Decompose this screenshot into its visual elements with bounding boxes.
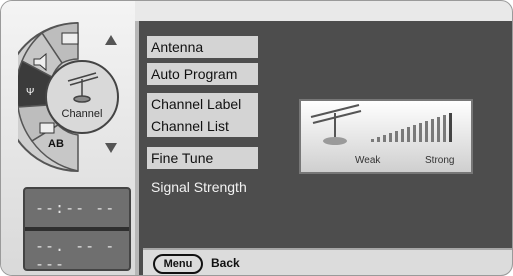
signal-bar: [407, 127, 410, 142]
menu-item-auto-program[interactable]: Auto Program: [147, 63, 258, 85]
signal-weak-label: Weak: [355, 155, 381, 166]
signal-bar: [389, 133, 392, 142]
signal-bar: [419, 123, 422, 142]
dial-center-label: Channel: [62, 108, 103, 120]
tv-menu-frame: Channel Ψ AB --:-- -- --. -- ---- Antenn…: [0, 0, 513, 276]
signal-strength-panel: Weak Strong: [299, 99, 473, 174]
left-nav-panel: Channel Ψ AB --:-- -- --. -- ----: [1, 1, 135, 275]
antenna-icon[interactable]: Ψ: [26, 87, 34, 98]
signal-bar: [377, 137, 380, 142]
menu-item-fine-tune[interactable]: Fine Tune: [147, 147, 258, 169]
signal-bar: [431, 119, 434, 142]
menu-item-channel-list[interactable]: Channel List: [147, 115, 258, 137]
menu-item-antenna[interactable]: Antenna: [147, 36, 258, 58]
main-screen: Antenna Auto Program Channel Label Chann…: [135, 21, 512, 275]
signal-bar: [413, 125, 416, 142]
picture-icon[interactable]: [61, 32, 79, 45]
signal-bar: [449, 113, 452, 142]
signal-strong-label: Strong: [425, 155, 455, 166]
signal-bar: [383, 135, 386, 142]
signal-bar: [443, 115, 446, 142]
signal-bar: [425, 121, 428, 142]
footer-bar: Menu Back: [143, 248, 512, 275]
signal-antenna-icon: [310, 104, 362, 145]
signal-bar: [395, 131, 398, 142]
time-line-2: --. -- ----: [35, 237, 116, 273]
menu-button[interactable]: Menu: [153, 254, 203, 274]
time-line-1: --:-- --: [35, 199, 116, 217]
time-display: --:-- -- --. -- ----: [23, 187, 131, 273]
down-arrow-icon[interactable]: [105, 143, 117, 153]
menu-item-channel-label[interactable]: Channel Label: [147, 93, 258, 115]
setup-icon[interactable]: [39, 122, 55, 134]
input-ab-icon[interactable]: AB: [48, 138, 64, 150]
time-divider: [25, 227, 129, 231]
up-arrow-icon[interactable]: [105, 35, 117, 45]
signal-bar: [437, 117, 440, 142]
signal-bar: [371, 139, 374, 142]
menu-item-signal-strength[interactable]: Signal Strength: [147, 176, 258, 198]
back-label: Back: [211, 256, 240, 270]
signal-bar: [401, 129, 404, 142]
